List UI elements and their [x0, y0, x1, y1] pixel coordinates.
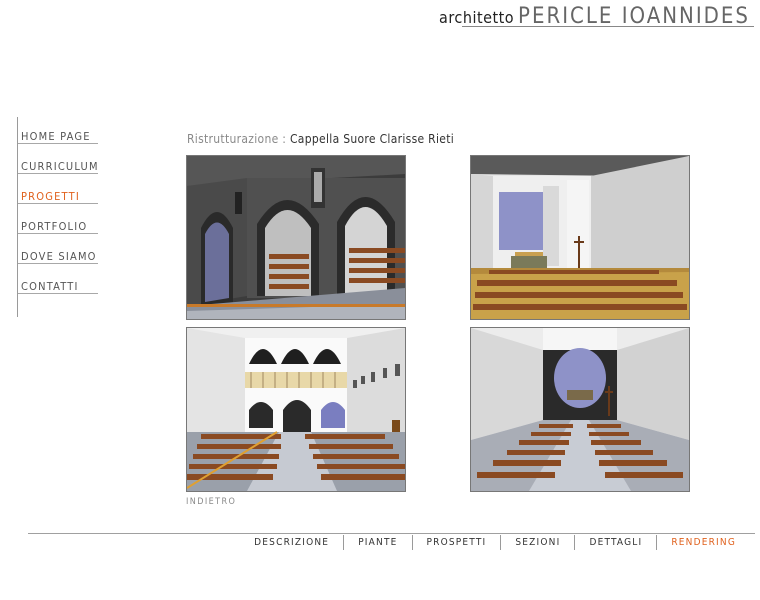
nav-item-portfolio[interactable]: PORTFOLIO [17, 216, 98, 246]
section-tab-sezioni[interactable]: SEZIONI [500, 535, 574, 550]
nav-item-label: DOVE SIAMO [21, 250, 97, 263]
section-tab-dettagli[interactable]: DETTAGLI [574, 535, 656, 550]
main-nav: HOME PAGE CURRICULUM PROGETTI PORTFOLIO … [17, 126, 98, 306]
bottom-nav-rule [28, 533, 755, 534]
project-category: Ristrutturazione [187, 132, 279, 146]
nav-item-progetti[interactable]: PROGETTI [17, 186, 98, 216]
nav-item-label: CURRICULUM [21, 160, 99, 173]
nav-item-label: HOME PAGE [21, 130, 91, 143]
section-tab-rendering[interactable]: RENDERING [656, 535, 750, 550]
nav-item-curriculum[interactable]: CURRICULUM [17, 156, 98, 186]
project-title-separator: : [278, 132, 290, 146]
render-altar-graphic [471, 156, 689, 319]
nav-item-contatti[interactable]: CONTATTI [17, 276, 98, 306]
nav-item-label: PROGETTI [21, 190, 80, 203]
brand-prefix: architetto [439, 8, 515, 27]
nav-item-label: PORTFOLIO [21, 220, 88, 233]
nav-item-label: CONTATTI [21, 280, 79, 293]
back-link[interactable]: INDIETRO [186, 497, 236, 507]
project-name: Cappella Suore Clarisse Rieti [289, 132, 455, 146]
section-nav: DESCRIZIONE PIANTE PROSPETTI SEZIONI DET… [240, 535, 750, 550]
nav-item-dove-siamo[interactable]: DOVE SIAMO [17, 246, 98, 276]
section-tab-descrizione[interactable]: DESCRIZIONE [240, 535, 343, 550]
render-gallery-graphic [187, 328, 405, 491]
brand-underline [462, 26, 754, 27]
render-nave-graphic [471, 328, 689, 491]
section-tab-piante[interactable]: PIANTE [343, 535, 411, 550]
render-arcade-graphic [187, 156, 405, 319]
render-image-gallery[interactable] [186, 327, 406, 492]
render-image-nave[interactable] [470, 327, 690, 492]
nav-item-home[interactable]: HOME PAGE [17, 126, 98, 156]
render-image-altar[interactable] [470, 155, 690, 320]
project-title: Ristrutturazione : Cappella Suore Claris… [187, 132, 454, 146]
section-tab-prospetti[interactable]: PROSPETTI [411, 535, 501, 550]
render-image-arcade[interactable] [186, 155, 406, 320]
